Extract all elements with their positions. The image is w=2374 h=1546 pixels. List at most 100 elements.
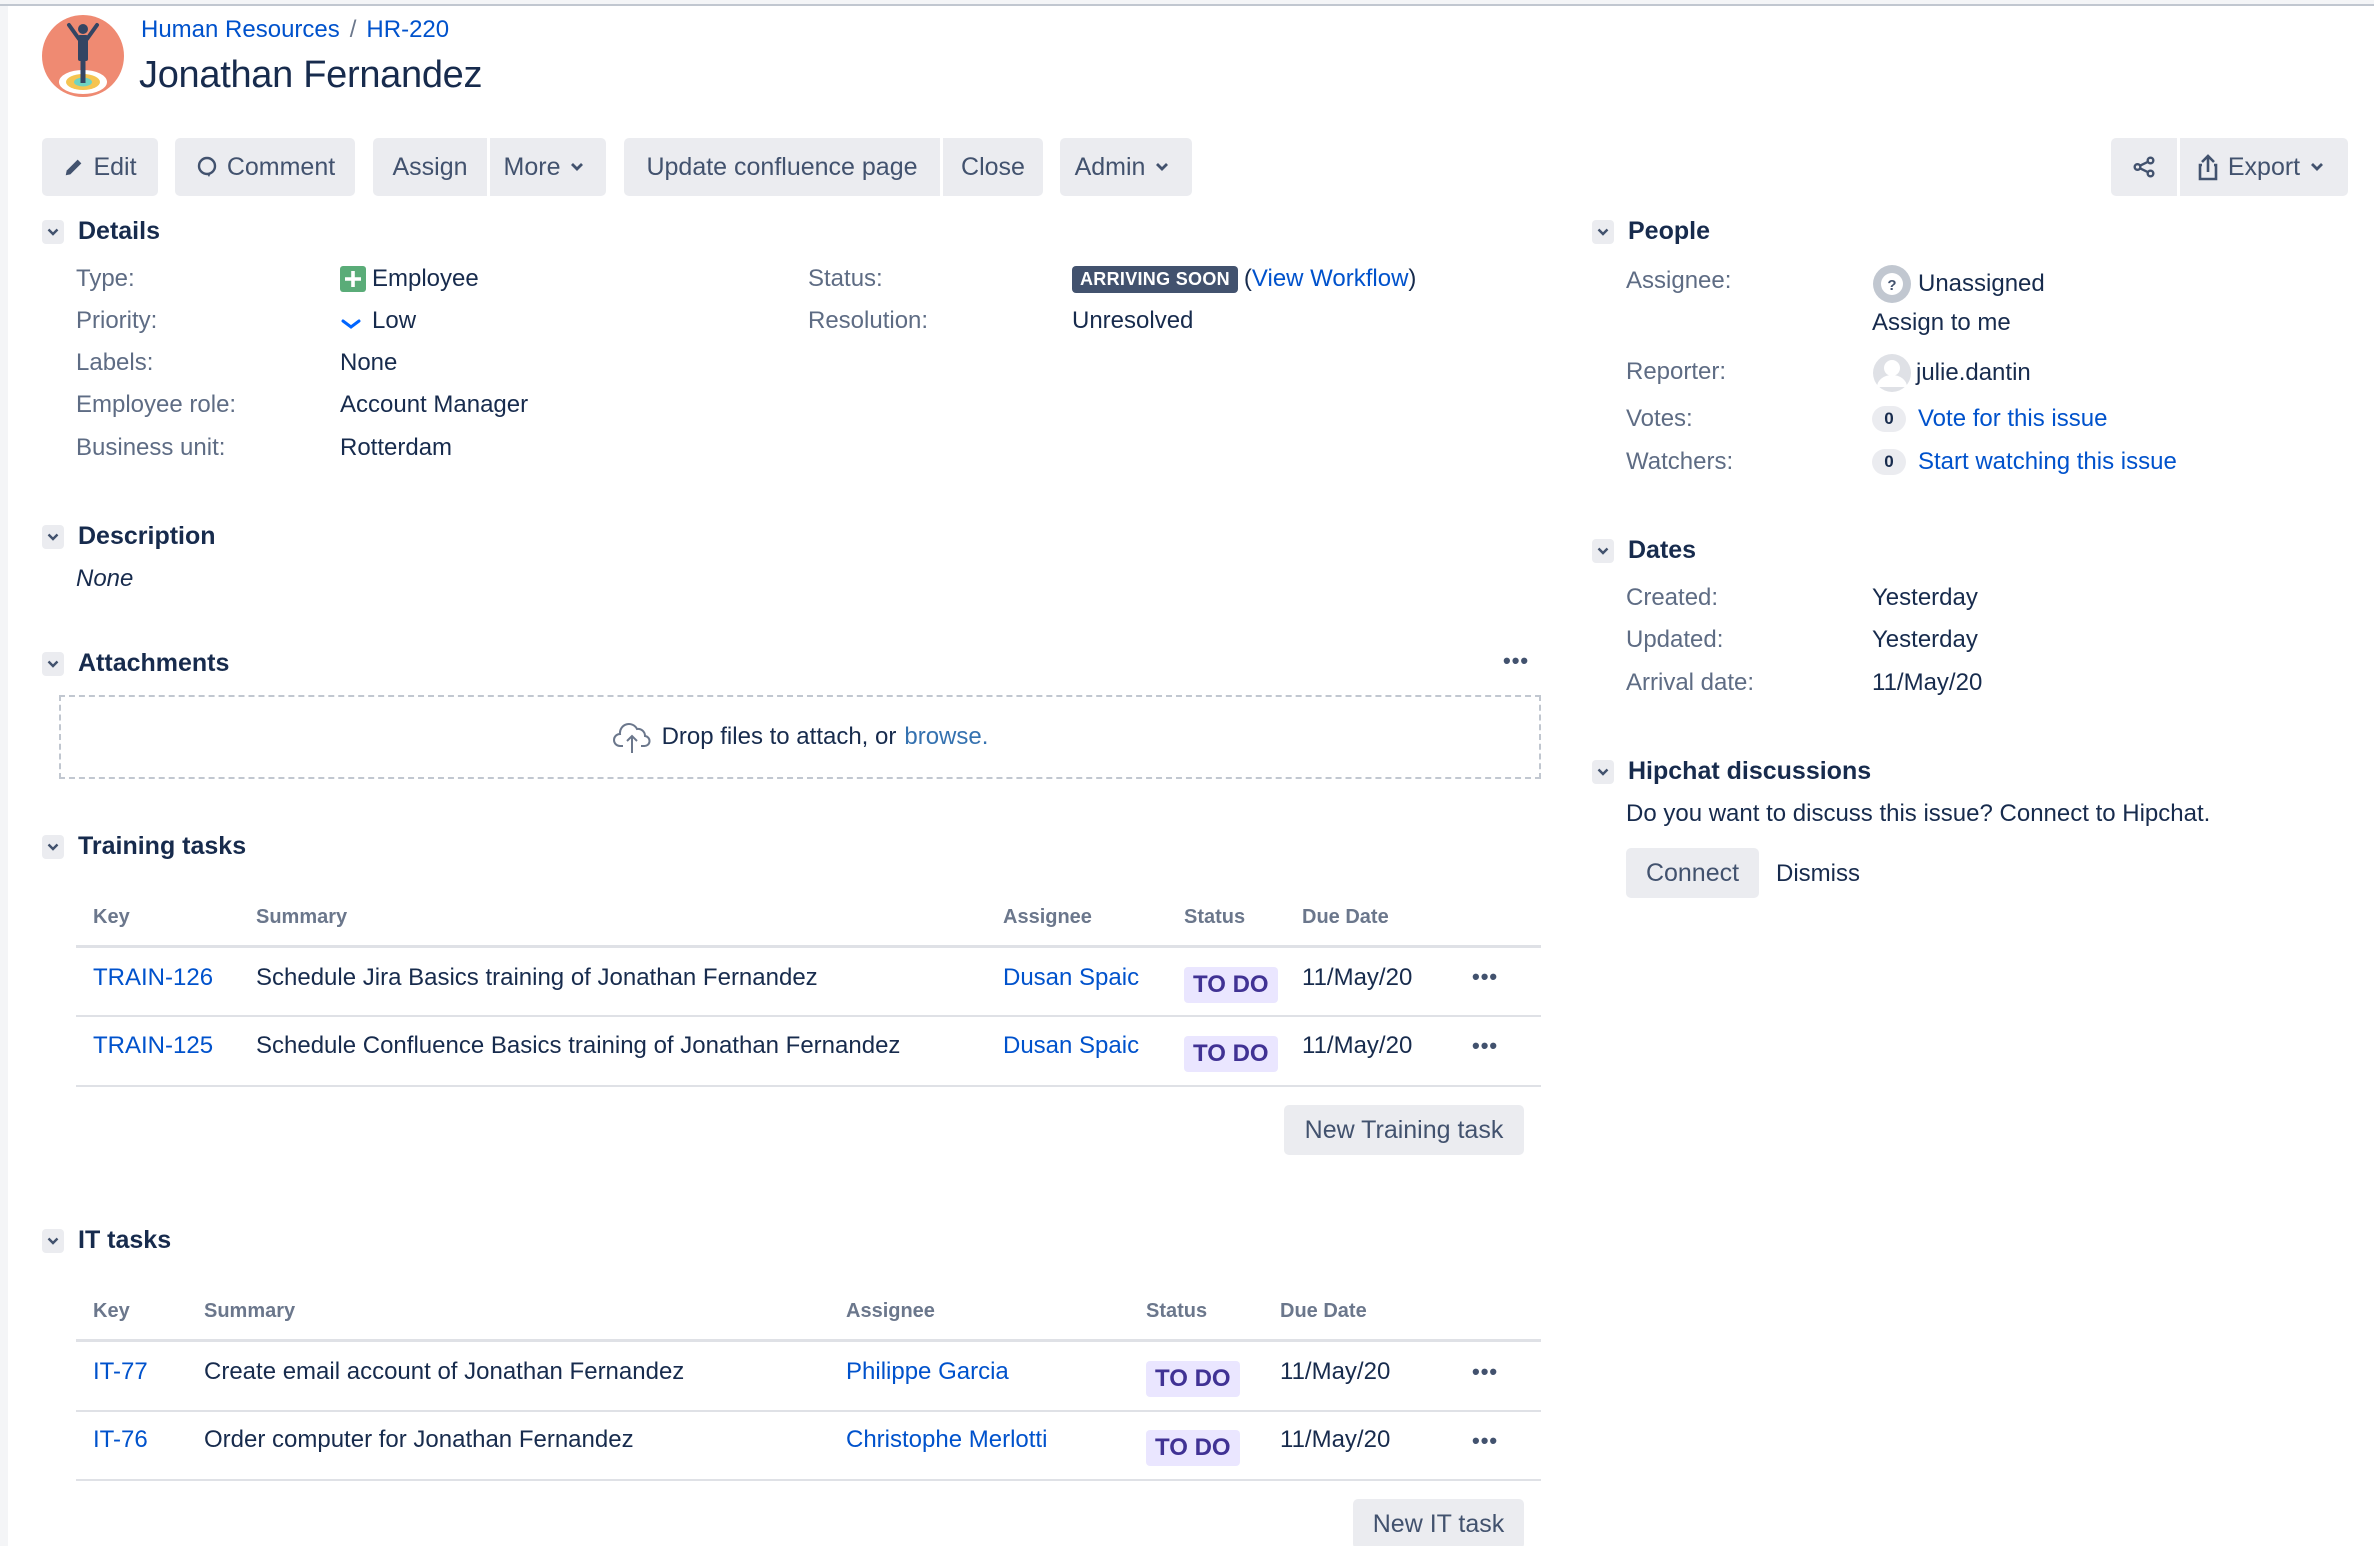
- row-actions-icon[interactable]: •••: [1472, 1033, 1498, 1059]
- task-assignee-link[interactable]: Christophe Merlotti: [846, 1426, 1047, 1454]
- edit-label: Edit: [93, 152, 137, 181]
- reporter-value[interactable]: julie.dantin: [1872, 353, 2031, 393]
- attachment-dropzone[interactable]: Drop files to attach, or browse.: [59, 695, 1541, 779]
- priority-value-text: Low: [372, 307, 417, 334]
- task-summary[interactable]: Order computer for Jonathan Fernandez: [204, 1426, 634, 1454]
- task-key-link[interactable]: TRAIN-126: [93, 964, 213, 992]
- task-status-badge: TO DO: [1184, 967, 1278, 1003]
- edit-button[interactable]: Edit: [42, 138, 158, 196]
- column-header-status: Status: [1146, 1300, 1208, 1322]
- column-header-assignee: Assignee: [846, 1300, 935, 1322]
- unassigned-avatar-icon: ?: [1873, 265, 1911, 303]
- admin-label: Admin: [1074, 152, 1146, 181]
- view-workflow-link[interactable]: View Workflow: [1252, 265, 1409, 293]
- hipchat-dismiss-link[interactable]: Dismiss: [1776, 860, 1860, 888]
- task-assignee-link[interactable]: Dusan Spaic: [1003, 964, 1139, 992]
- export-dropdown[interactable]: Export: [2180, 138, 2348, 196]
- task-assignee-link[interactable]: Philippe Garcia: [846, 1358, 1009, 1386]
- dates-section-header: Dates: [1592, 536, 1696, 565]
- it-tasks-heading: IT tasks: [78, 1226, 172, 1254]
- employee-role-value[interactable]: Account Manager: [340, 391, 528, 419]
- row-actions-icon[interactable]: •••: [1472, 964, 1498, 990]
- more-dropdown[interactable]: More: [490, 138, 606, 196]
- description-toggle[interactable]: [42, 524, 64, 549]
- description-heading: Description: [78, 522, 216, 550]
- share-icon: [2133, 156, 2155, 178]
- task-summary[interactable]: Create email account of Jonathan Fernand…: [204, 1358, 684, 1386]
- task-key-link[interactable]: TRAIN-125: [93, 1032, 213, 1060]
- chevron-down-icon: [47, 660, 59, 668]
- task-due-date: 11/May/20: [1302, 964, 1413, 991]
- top-border: [0, 0, 2374, 6]
- comment-button[interactable]: Comment: [175, 138, 355, 196]
- description-value[interactable]: None: [76, 565, 133, 593]
- hipchat-heading: Hipchat discussions: [1628, 757, 1872, 785]
- new-it-task-button[interactable]: New IT task: [1353, 1499, 1524, 1546]
- attachments-section-header: Attachments: [42, 649, 229, 678]
- task-key-link[interactable]: IT-76: [93, 1426, 148, 1454]
- pencil-icon: [66, 159, 82, 176]
- close-issue-button[interactable]: Close: [943, 138, 1043, 196]
- hipchat-toggle[interactable]: [1592, 759, 1614, 784]
- assign-to-me-link[interactable]: Assign to me: [1872, 309, 2011, 337]
- connect-label: Connect: [1645, 858, 1740, 887]
- hipchat-connect-button[interactable]: Connect: [1626, 848, 1759, 898]
- assign-button[interactable]: Assign: [373, 138, 487, 196]
- dates-toggle[interactable]: [1592, 538, 1614, 563]
- attachments-more-icon[interactable]: •••: [1503, 648, 1529, 674]
- row-actions-icon[interactable]: •••: [1472, 1359, 1498, 1385]
- task-summary[interactable]: Schedule Jira Basics training of Jonatha…: [256, 964, 818, 992]
- task-due-date: 11/May/20: [1302, 1032, 1413, 1059]
- votes-label: Votes:: [1626, 405, 1693, 432]
- priority-value[interactable]: Low: [340, 307, 416, 335]
- attachments-toggle[interactable]: [42, 651, 64, 676]
- task-status-badge: TO DO: [1146, 1361, 1240, 1397]
- vote-for-issue-link[interactable]: Vote for this issue: [1918, 405, 2107, 433]
- task-key-link[interactable]: IT-77: [93, 1358, 148, 1386]
- details-toggle[interactable]: [42, 219, 64, 244]
- comment-icon: [197, 156, 217, 177]
- training-tasks-toggle[interactable]: [42, 834, 64, 859]
- start-watching-link[interactable]: Start watching this issue: [1918, 448, 2177, 476]
- column-header-summary: Summary: [204, 1300, 296, 1322]
- watchers-label: Watchers:: [1626, 448, 1734, 475]
- new-training-task-button[interactable]: New Training task: [1284, 1105, 1524, 1155]
- arrival-date-label: Arrival date:: [1626, 669, 1755, 696]
- share-button[interactable]: [2111, 138, 2177, 196]
- watchers-count: 0: [1872, 449, 1906, 475]
- status-label: Status:: [808, 265, 883, 292]
- chevron-down-icon: [47, 228, 59, 236]
- chevron-down-icon: [571, 163, 584, 171]
- labels-label: Labels:: [76, 349, 154, 376]
- project-avatar[interactable]: [42, 15, 124, 97]
- type-value[interactable]: Employee: [340, 265, 479, 293]
- task-assignee-link[interactable]: Dusan Spaic: [1003, 1032, 1139, 1060]
- attachments-heading: Attachments: [78, 649, 230, 677]
- new-it-task-label: New IT task: [1372, 1509, 1505, 1538]
- admin-dropdown[interactable]: Admin: [1060, 138, 1192, 196]
- breadcrumb-project-link[interactable]: Human Resources: [141, 16, 340, 43]
- task-summary[interactable]: Schedule Confluence Basics training of J…: [256, 1032, 900, 1060]
- task-due-date: 11/May/20: [1280, 1426, 1391, 1453]
- votes-value: 0 Vote for this issue: [1872, 405, 2107, 433]
- labels-value[interactable]: None: [340, 349, 397, 377]
- training-tasks-heading: Training tasks: [78, 832, 247, 860]
- employee-role-label: Employee role:: [76, 391, 237, 418]
- status-value: ARRIVING SOON (View Workflow): [1072, 265, 1416, 293]
- resolution-value: Unresolved: [1072, 307, 1194, 334]
- watchers-value: 0 Start watching this issue: [1872, 448, 2177, 476]
- update-confluence-label: Update confluence page: [646, 152, 918, 181]
- arrival-date-value[interactable]: 11/May/20: [1872, 669, 1982, 697]
- business-unit-value[interactable]: Rotterdam: [340, 434, 452, 462]
- update-confluence-page-button[interactable]: Update confluence page: [624, 138, 940, 196]
- priority-low-icon: [341, 319, 361, 329]
- people-toggle[interactable]: [1592, 219, 1614, 244]
- updated-value: Yesterday: [1872, 626, 1978, 653]
- breadcrumb: Human Resources / HR-220: [141, 16, 449, 44]
- browse-link[interactable]: browse.: [904, 723, 988, 751]
- it-tasks-toggle[interactable]: [42, 1228, 64, 1253]
- breadcrumb-issue-link[interactable]: HR-220: [366, 16, 449, 43]
- row-actions-icon[interactable]: •••: [1472, 1428, 1498, 1454]
- assignee-value[interactable]: ? Unassigned: [1872, 264, 2045, 304]
- column-header-summary: Summary: [256, 906, 348, 928]
